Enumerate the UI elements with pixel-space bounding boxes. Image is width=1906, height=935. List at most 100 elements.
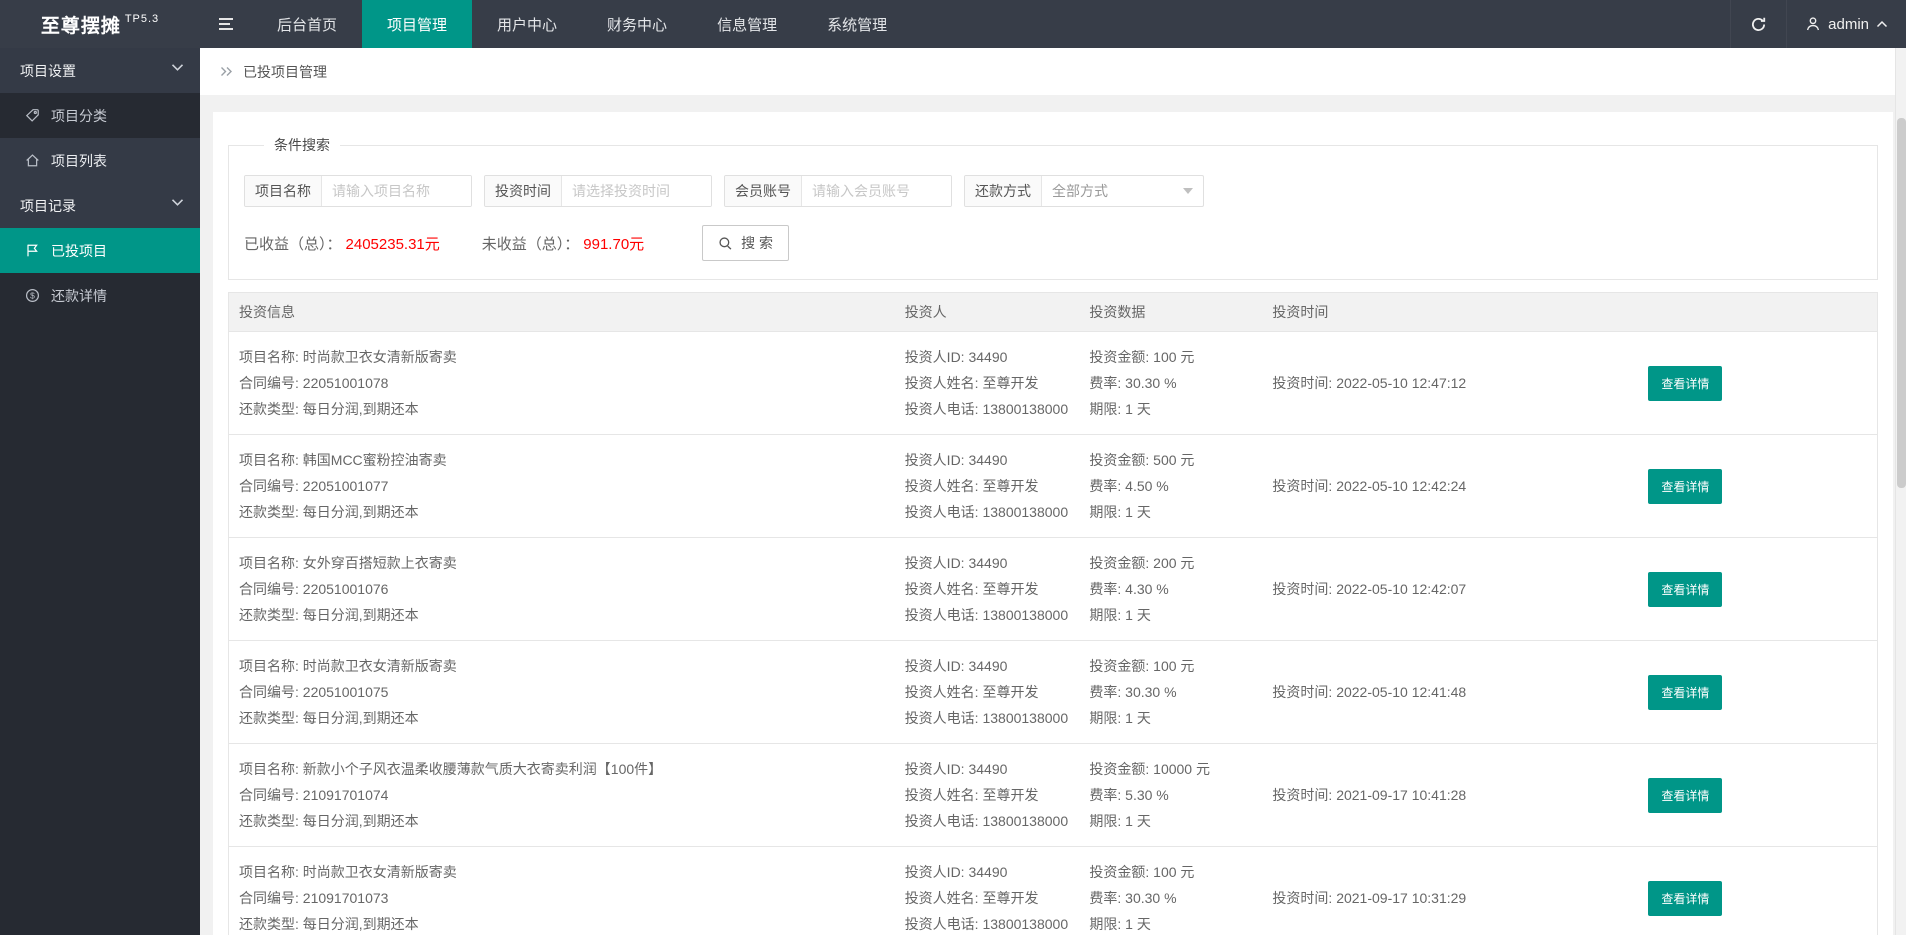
investor-name-label: 投资人姓名: (904, 375, 983, 391)
rate-label: 费率: (1089, 375, 1126, 391)
investor-id-value: 34490 (968, 452, 1008, 468)
member-account-input[interactable] (802, 176, 951, 206)
repay-type-value: 每日分润,到期还本 (302, 710, 419, 726)
search-button-label: 搜 索 (741, 235, 774, 251)
term-label: 期限: (1089, 504, 1126, 520)
sidebar-item-invested-projects[interactable]: 已投项目 (0, 228, 200, 273)
project-name-label: 项目名称: (239, 452, 303, 468)
vertical-scrollbar (1895, 48, 1906, 935)
investment-data-cell: 投资金额: 100 元 费率: 30.30 % 期限: 1 天 (1079, 640, 1263, 744)
contract-no-value: 22051001076 (302, 581, 389, 597)
repay-type-label: 还款类型: (239, 607, 303, 623)
view-detail-button[interactable]: 查看详情 (1648, 674, 1723, 710)
amount-label: 投资金额: (1089, 452, 1154, 468)
table-row: 项目名称: 时尚款卫衣女清新版寄卖 合同编号: 22051001078 还款类型… (228, 331, 1878, 435)
actions-cell: 查看详情 (1638, 743, 1878, 847)
project-name-input[interactable] (322, 176, 471, 206)
investment-time-cell: 投资时间: 2021-09-17 10:41:28 (1262, 743, 1639, 847)
refresh-icon (1750, 16, 1767, 33)
refresh-button[interactable] (1730, 0, 1786, 48)
investor-name-value: 至尊开发 (982, 787, 1039, 803)
sidebar-item-project-category[interactable]: 项目分类 (0, 93, 200, 138)
member-account-field-group: 会员账号 (724, 175, 952, 207)
view-detail-button[interactable]: 查看详情 (1648, 777, 1723, 813)
investment-time-cell: 投资时间: 2022-05-10 12:47:12 (1262, 331, 1639, 435)
hamburger-icon (217, 16, 235, 32)
project-name-value: 韩国MCC蜜粉控油寄卖 (302, 452, 447, 468)
nav-item-finance-center[interactable]: 财务中心 (582, 0, 692, 48)
invest-time-label: 投资时间: (1272, 581, 1337, 597)
actions-cell: 查看详情 (1638, 846, 1878, 935)
term-label: 期限: (1089, 401, 1126, 417)
home-icon (25, 153, 40, 168)
sidebar-group-project-settings[interactable]: 项目设置 (0, 48, 200, 93)
topbar-right-tools: admin (1730, 0, 1906, 48)
nav-item-backend-home[interactable]: 后台首页 (252, 0, 362, 48)
term-label: 期限: (1089, 710, 1126, 726)
investor-id-label: 投资人ID: (904, 349, 969, 365)
contract-no-value: 22051001075 (302, 684, 389, 700)
select-dropdown-arrow-icon (1183, 188, 1193, 194)
investor-phone-label: 投资人电话: (904, 401, 983, 417)
repay-method-select[interactable]: 全部方式 (1042, 176, 1203, 206)
sidebar-item-repayment-details[interactable]: $ 还款详情 (0, 273, 200, 318)
nav-item-info-management[interactable]: 信息管理 (692, 0, 802, 48)
investor-phone-label: 投资人电话: (904, 710, 983, 726)
invest-time-value: 2022-05-10 12:42:07 (1336, 581, 1467, 597)
project-name-value: 新款小个子风衣温柔收腰薄款气质大衣寄卖利润【100件】 (302, 761, 663, 777)
investment-time-cell: 投资时间: 2022-05-10 12:42:07 (1262, 537, 1639, 641)
term-value: 1 天 (1125, 813, 1151, 829)
investment-info-cell: 项目名称: 时尚款卫衣女清新版寄卖 合同编号: 22051001078 还款类型… (228, 331, 895, 435)
actions-cell: 查看详情 (1638, 434, 1878, 538)
table-header-row: 投资信息 投资人 投资数据 投资时间 (228, 292, 1878, 332)
scrollbar-thumb[interactable] (1897, 118, 1906, 488)
menu-toggle-button[interactable] (200, 0, 252, 48)
sidebar-item-project-list[interactable]: 项目列表 (0, 138, 200, 183)
repay-type-label: 还款类型: (239, 710, 303, 726)
repay-method-field-group: 还款方式 全部方式 (964, 175, 1204, 207)
search-button[interactable]: 搜 索 (702, 225, 790, 261)
investor-id-label: 投资人ID: (904, 452, 969, 468)
filter-row: 项目名称 投资时间 会员账号 还款方式 全部方式 (244, 175, 1862, 207)
amount-label: 投资金额: (1089, 555, 1154, 571)
repay-type-label: 还款类型: (239, 504, 303, 520)
investor-id-label: 投资人ID: (904, 555, 969, 571)
repay-type-value: 每日分润,到期还本 (302, 607, 419, 623)
investor-cell: 投资人ID: 34490 投资人姓名: 至尊开发 投资人电话: 13800138… (894, 640, 1080, 744)
nav-item-user-center[interactable]: 用户中心 (472, 0, 582, 48)
project-name-label: 项目名称: (239, 761, 303, 777)
invest-time-label: 投资时间: (1272, 375, 1337, 391)
chevron-up-icon (1876, 20, 1888, 28)
investment-info-cell: 项目名称: 韩国MCC蜜粉控油寄卖 合同编号: 22051001077 还款类型… (228, 434, 895, 538)
user-menu[interactable]: admin (1786, 0, 1906, 48)
term-value: 1 天 (1125, 607, 1151, 623)
view-detail-button[interactable]: 查看详情 (1648, 880, 1723, 916)
top-nav: 后台首页 项目管理 用户中心 财务中心 信息管理 系统管理 (252, 0, 912, 48)
investment-data-cell: 投资金额: 10000 元 费率: 5.30 % 期限: 1 天 (1079, 743, 1263, 847)
amount-value: 500 元 (1153, 452, 1195, 468)
col-header-investment-time: 投资时间 (1262, 292, 1639, 332)
view-detail-button[interactable]: 查看详情 (1648, 365, 1723, 401)
table-row: 项目名称: 女外穿百搭短款上衣寄卖 合同编号: 22051001076 还款类型… (228, 537, 1878, 641)
project-name-value: 时尚款卫衣女清新版寄卖 (302, 864, 457, 880)
unearned-total-label: 未收益（总）： (481, 235, 580, 253)
invest-time-input[interactable] (562, 176, 711, 206)
investment-time-cell: 投资时间: 2022-05-10 12:41:48 (1262, 640, 1639, 744)
investor-phone-label: 投资人电话: (904, 916, 983, 932)
project-name-label: 项目名称: (239, 349, 303, 365)
nav-item-system-management[interactable]: 系统管理 (802, 0, 912, 48)
svg-text:$: $ (30, 291, 35, 301)
nav-item-project-management[interactable]: 项目管理 (362, 0, 473, 48)
investor-name-label: 投资人姓名: (904, 890, 983, 906)
view-detail-button[interactable]: 查看详情 (1648, 468, 1723, 504)
investment-data-cell: 投资金额: 100 元 费率: 30.30 % 期限: 1 天 (1079, 846, 1263, 935)
rate-value: 5.30 % (1125, 787, 1169, 803)
view-detail-button[interactable]: 查看详情 (1648, 571, 1723, 607)
contract-no-label: 合同编号: (239, 890, 303, 906)
investor-phone-label: 投资人电话: (904, 607, 983, 623)
repay-type-label: 还款类型: (239, 916, 303, 932)
repay-method-selected-value: 全部方式 (1052, 183, 1108, 199)
investment-info-cell: 项目名称: 时尚款卫衣女清新版寄卖 合同编号: 21091701073 还款类型… (228, 846, 895, 935)
contract-no-label: 合同编号: (239, 684, 303, 700)
sidebar-group-project-records[interactable]: 项目记录 (0, 183, 200, 228)
